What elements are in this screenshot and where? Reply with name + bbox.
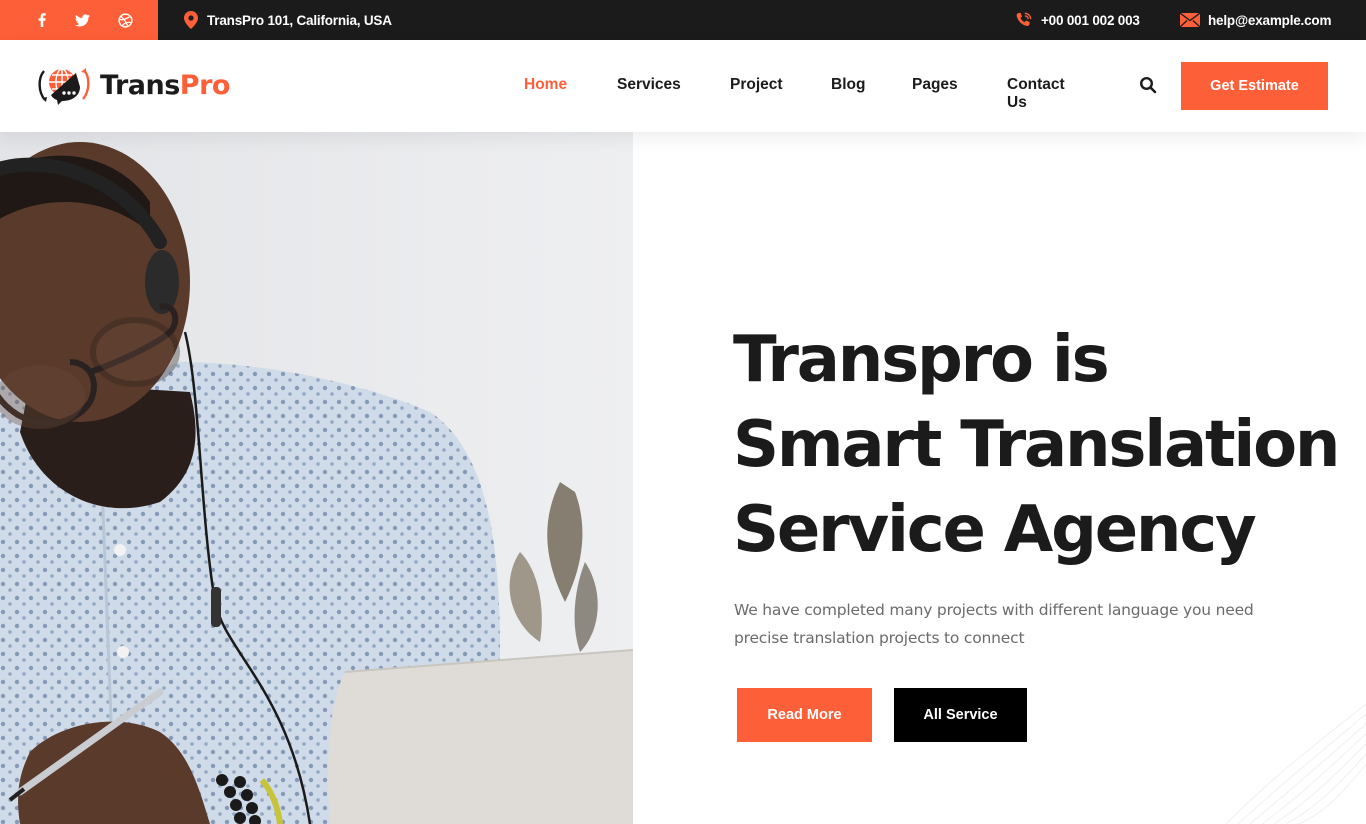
nav-home[interactable]: Home xyxy=(524,76,567,94)
nav-project[interactable]: Project xyxy=(730,76,783,94)
address: TransPro 101, California, USA xyxy=(184,0,392,40)
facebook-icon[interactable] xyxy=(32,10,52,30)
logo-text-trans: Trans xyxy=(100,69,180,101)
nav-contact-us[interactable]: Contact Us xyxy=(1007,76,1065,112)
read-more-button[interactable]: Read More xyxy=(737,688,872,742)
decorative-lines xyxy=(1225,703,1366,824)
hero-title-line-2: Smart Translation xyxy=(733,408,1340,482)
all-service-button[interactable]: All Service xyxy=(894,688,1027,742)
hero-description: We have completed many projects with dif… xyxy=(734,601,1254,647)
phone-icon xyxy=(1016,12,1032,26)
top-bar: TransPro 101, California, USA +00 001 00… xyxy=(0,0,1366,40)
hero-title-line-1: Transpro is xyxy=(733,323,1110,397)
search-icon xyxy=(1139,76,1157,94)
address-text: TransPro 101, California, USA xyxy=(207,12,392,28)
twitter-icon[interactable] xyxy=(72,10,92,30)
nav-pages[interactable]: Pages xyxy=(912,76,958,94)
get-estimate-button[interactable]: Get Estimate xyxy=(1181,62,1328,110)
hero-title-line-3: Service Agency xyxy=(733,493,1257,567)
logo-icon xyxy=(38,68,90,105)
search-button[interactable] xyxy=(1139,76,1157,94)
hero-image xyxy=(0,132,633,824)
main-header: TransPro Home Services Project Blog Page… xyxy=(0,40,1366,132)
phone-text: +00 001 002 003 xyxy=(1041,12,1140,28)
email-text: help@example.com xyxy=(1208,12,1332,28)
hero-photo-illustration xyxy=(0,132,633,824)
hero-title: Transpro is Smart Translation Service Ag… xyxy=(733,318,1353,573)
logo-text: TransPro xyxy=(100,70,230,101)
email-contact[interactable]: help@example.com xyxy=(1180,0,1331,40)
phone-contact[interactable]: +00 001 002 003 xyxy=(1014,0,1140,40)
social-links xyxy=(0,0,158,40)
logo[interactable]: TransPro xyxy=(36,63,230,107)
envelope-icon xyxy=(1180,13,1200,27)
dribbble-icon[interactable] xyxy=(115,10,135,30)
logo-text-pro: Pro xyxy=(179,69,231,101)
map-pin-icon xyxy=(184,11,198,29)
nav-blog[interactable]: Blog xyxy=(831,76,865,94)
nav-services[interactable]: Services xyxy=(617,76,681,94)
